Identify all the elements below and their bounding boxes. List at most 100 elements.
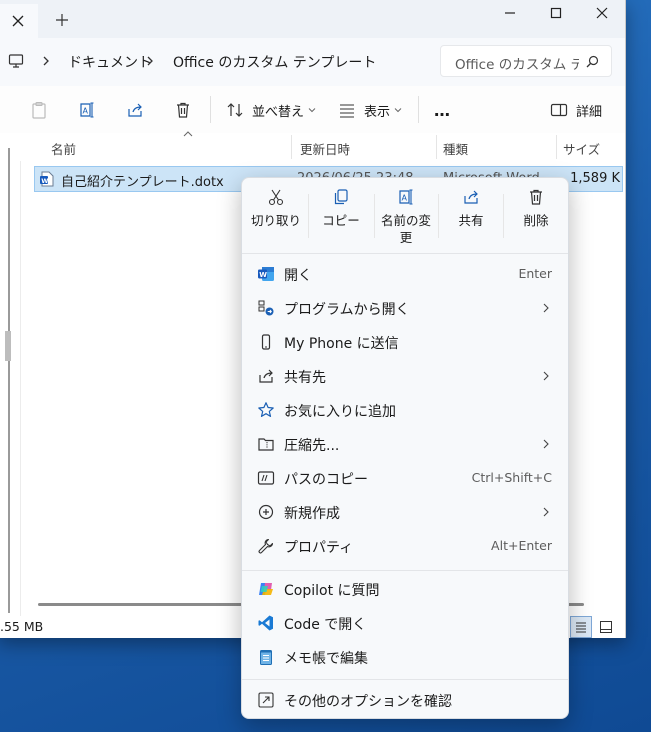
share-icon bbox=[128, 103, 142, 117]
menu-separator bbox=[242, 679, 568, 680]
rename-button[interactable]: A 名前の変更 bbox=[374, 188, 438, 246]
minimize-icon bbox=[505, 12, 515, 14]
menu-item-add-favorite[interactable]: お気に入りに追加 bbox=[242, 393, 568, 427]
menu-item-ask-copilot[interactable]: Copilot に質問 bbox=[242, 572, 568, 606]
view-button[interactable]: 表示 bbox=[338, 100, 402, 120]
menu-item-share-with[interactable]: 共有先 bbox=[242, 359, 568, 393]
context-quick-actions: 切り取り コピー A 名前の変更 共有 削除 bbox=[242, 178, 568, 253]
minimize-button[interactable] bbox=[487, 0, 533, 26]
sort-icon bbox=[227, 103, 243, 117]
paste-button[interactable] bbox=[30, 100, 48, 120]
menu-item-edit-in-notepad[interactable]: メモ帳で編集 bbox=[242, 640, 568, 674]
navigation-pane-scrollbar[interactable] bbox=[8, 148, 10, 613]
menu-item-compress[interactable]: 圧縮先... bbox=[242, 427, 568, 461]
navigation-pane-scroll-thumb[interactable] bbox=[5, 331, 11, 361]
more-label: … bbox=[434, 100, 450, 120]
menu-item-label: Copilot に質問 bbox=[284, 583, 380, 599]
chevron-right-icon bbox=[543, 439, 549, 449]
column-divider[interactable] bbox=[291, 135, 292, 159]
details-button[interactable]: 詳細 bbox=[550, 100, 602, 120]
word-template-icon: W bbox=[40, 171, 54, 187]
share-button[interactable] bbox=[126, 100, 144, 120]
delete-button[interactable]: 削除 bbox=[504, 188, 568, 229]
breadcrumb-custom-templates[interactable]: Office のカスタム テンプレート bbox=[173, 52, 376, 72]
tab-close-button[interactable] bbox=[0, 4, 38, 38]
column-divider[interactable] bbox=[436, 135, 437, 159]
more-options-icon bbox=[258, 692, 274, 708]
menu-item-more-options[interactable]: その他のオプションを確認 bbox=[242, 683, 568, 717]
maximize-button[interactable] bbox=[533, 0, 579, 26]
title-bar bbox=[0, 0, 625, 38]
chevron-right-icon[interactable] bbox=[144, 54, 156, 68]
menu-separator bbox=[242, 570, 568, 571]
column-header-row: 名前 更新日時 種類 サイズ bbox=[20, 131, 625, 161]
open-with-icon bbox=[258, 300, 274, 316]
star-icon bbox=[258, 402, 274, 417]
details-view-button[interactable] bbox=[570, 616, 592, 638]
column-size[interactable]: サイズ bbox=[563, 139, 600, 158]
delete-button[interactable] bbox=[174, 100, 192, 120]
svg-text:W: W bbox=[41, 177, 48, 185]
copilot-icon bbox=[259, 583, 273, 595]
column-name[interactable]: 名前 bbox=[51, 139, 76, 158]
close-icon bbox=[596, 7, 608, 19]
view-label: 表示 bbox=[364, 104, 391, 120]
vscode-icon bbox=[258, 615, 273, 631]
chevron-right-icon[interactable] bbox=[40, 54, 52, 68]
command-bar: A 並べ替え 表示 … 詳細 bbox=[0, 86, 625, 134]
menu-item-label: 開く bbox=[284, 268, 312, 284]
close-icon bbox=[12, 15, 24, 27]
menu-item-open[interactable]: W 開く Enter bbox=[242, 257, 568, 291]
word-icon: W bbox=[258, 267, 274, 281]
zip-folder-icon bbox=[258, 438, 274, 451]
menu-item-label: パスのコピー bbox=[284, 472, 368, 488]
more-button[interactable]: … bbox=[434, 100, 450, 120]
menu-item-new[interactable]: 新規作成 bbox=[242, 495, 568, 529]
sort-button[interactable]: 並べ替え bbox=[226, 100, 316, 120]
menu-item-properties[interactable]: プロパティ Alt+Enter bbox=[242, 529, 568, 563]
wrench-icon bbox=[258, 538, 274, 554]
toolbar-divider bbox=[418, 96, 419, 123]
menu-item-shortcut: Alt+Enter bbox=[491, 538, 552, 553]
column-type[interactable]: 種類 bbox=[443, 139, 468, 158]
file-size: 1,589 K bbox=[570, 171, 620, 186]
computer-icon[interactable] bbox=[8, 53, 24, 69]
phone-icon bbox=[261, 334, 271, 350]
search-input[interactable]: Office のカスタム テ bbox=[440, 45, 612, 77]
rename-button[interactable]: A bbox=[78, 100, 96, 120]
cut-button[interactable]: 切り取り bbox=[244, 188, 308, 229]
breadcrumb-documents[interactable]: ドキュメント bbox=[68, 52, 152, 72]
copy-label: コピー bbox=[322, 213, 360, 228]
menu-item-open-with[interactable]: プログラムから開く bbox=[242, 291, 568, 325]
details-pane-icon bbox=[550, 103, 568, 117]
plus-circle-icon bbox=[258, 504, 274, 520]
share-button[interactable]: 共有 bbox=[439, 188, 503, 229]
copy-button[interactable]: コピー bbox=[309, 188, 373, 229]
sort-ascending-icon bbox=[183, 131, 193, 137]
menu-item-send-to-phone[interactable]: My Phone に送信 bbox=[242, 325, 568, 359]
share-icon bbox=[259, 369, 273, 383]
details-label: 詳細 bbox=[576, 104, 603, 120]
chevron-right-icon bbox=[543, 303, 549, 313]
menu-item-label: 共有先 bbox=[284, 370, 326, 386]
sort-label: 並べ替え bbox=[252, 104, 305, 120]
tiles-view-icon bbox=[600, 621, 612, 633]
chevron-right-icon bbox=[543, 507, 549, 517]
menu-item-label: Code で開く bbox=[284, 617, 367, 633]
list-view-icon bbox=[340, 104, 354, 118]
column-divider[interactable] bbox=[556, 135, 557, 159]
menu-item-open-in-code[interactable]: Code で開く bbox=[242, 606, 568, 640]
new-tab-button[interactable] bbox=[54, 12, 70, 28]
share-label: 共有 bbox=[458, 213, 484, 228]
menu-item-label: お気に入りに追加 bbox=[284, 404, 396, 420]
tiles-view-button[interactable] bbox=[595, 616, 617, 638]
navigation-pane bbox=[0, 133, 21, 617]
window-close-button[interactable] bbox=[579, 0, 625, 26]
svg-text:A: A bbox=[83, 107, 89, 116]
column-date[interactable]: 更新日時 bbox=[300, 139, 350, 158]
menu-item-copy-path[interactable]: パスのコピー Ctrl+Shift+C bbox=[242, 461, 568, 495]
chevron-right-icon bbox=[543, 371, 549, 381]
menu-item-label: メモ帳で編集 bbox=[284, 651, 368, 667]
chevron-down-icon bbox=[308, 108, 316, 113]
chevron-down-icon bbox=[394, 108, 402, 113]
